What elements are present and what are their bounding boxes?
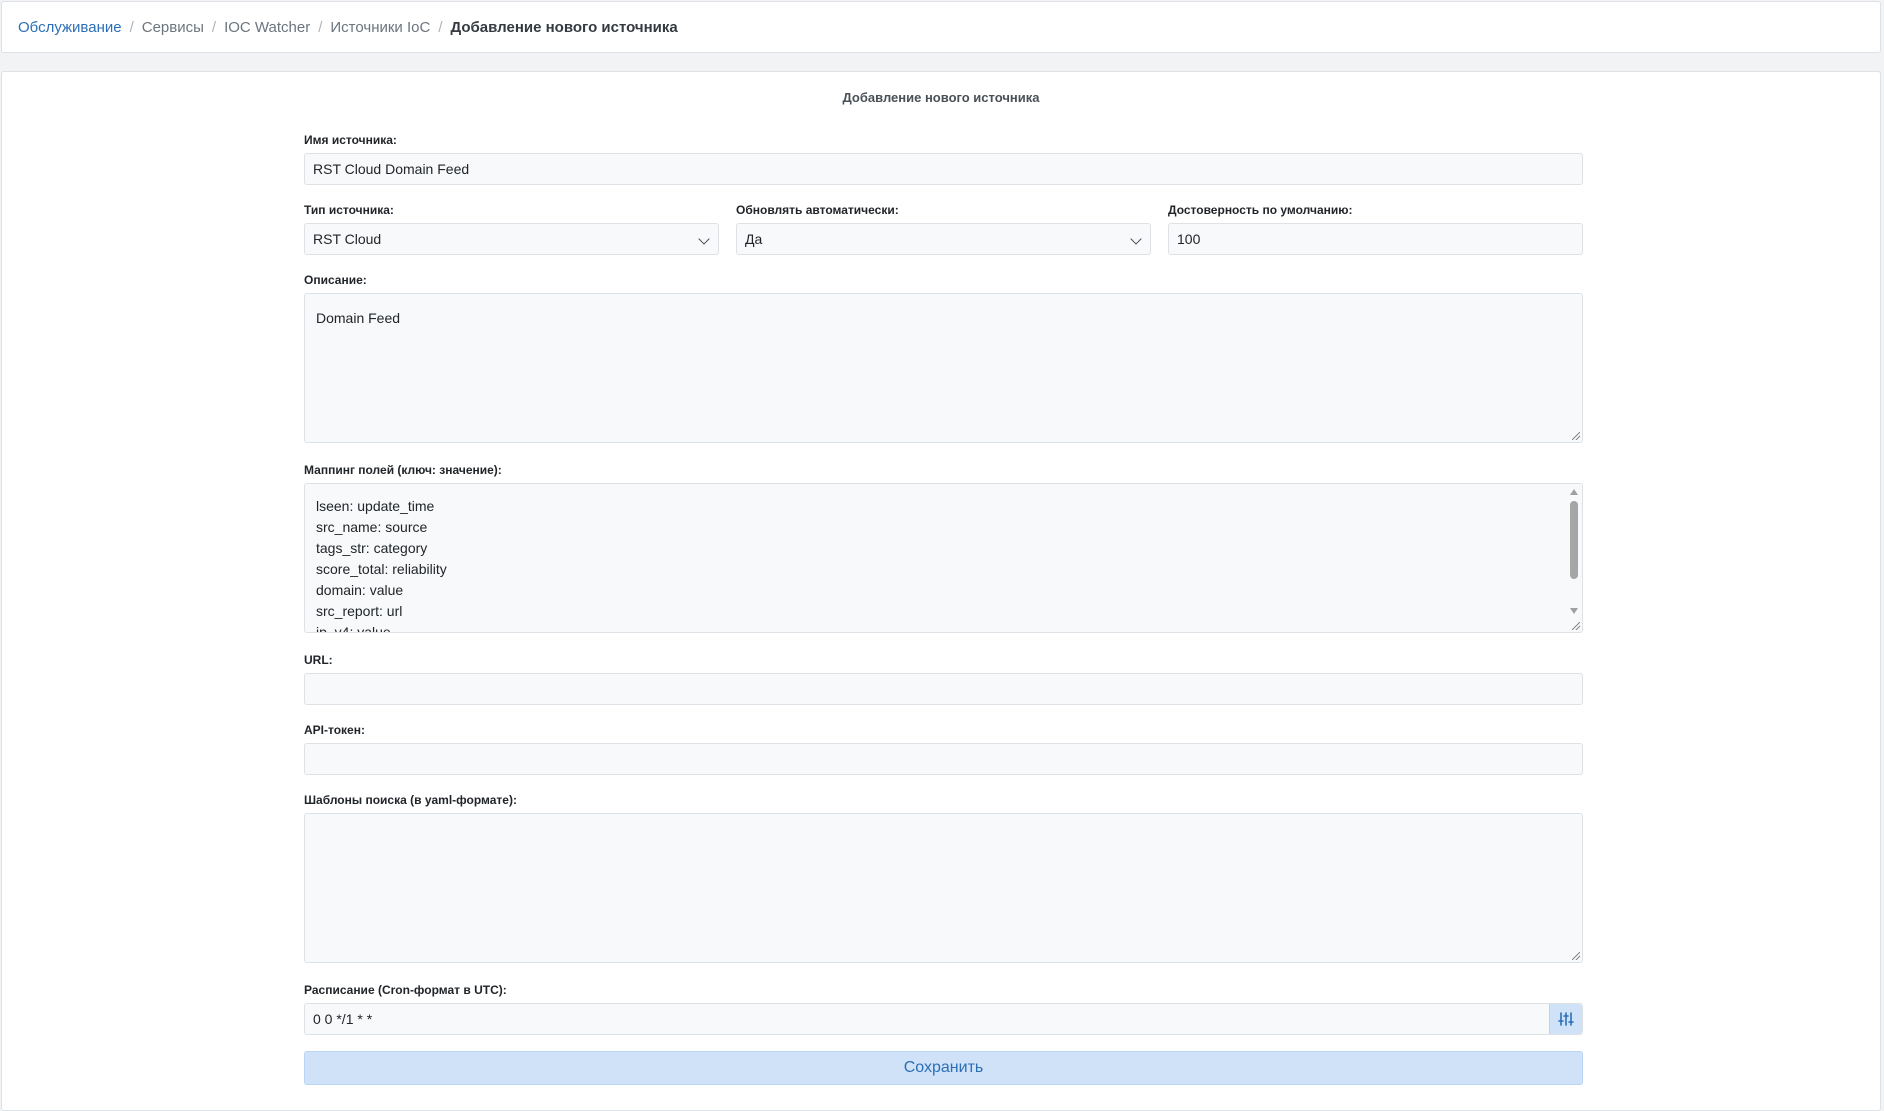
auto-update-select[interactable]: Да bbox=[736, 223, 1151, 255]
schedule-label: Расписание (Cron-формат в UTC): bbox=[304, 983, 507, 997]
chevron-down-icon bbox=[1130, 233, 1142, 245]
default-reliability-input[interactable]: 100 bbox=[1168, 223, 1583, 255]
breadcrumb-separator: / bbox=[211, 18, 217, 36]
source-name-input[interactable]: RST Cloud Domain Feed bbox=[304, 153, 1583, 185]
resize-handle-icon[interactable] bbox=[1572, 622, 1580, 630]
breadcrumb-item-ioc-sources[interactable]: Источники IoC bbox=[330, 19, 430, 36]
mapping-line: src_report: url bbox=[316, 603, 403, 619]
field-mapping-textarea[interactable]: lseen: update_time src_name: source tags… bbox=[304, 483, 1583, 633]
mapping-line: src_name: source bbox=[316, 519, 428, 535]
mapping-line: tags_str: category bbox=[316, 540, 428, 556]
description-label: Описание: bbox=[304, 273, 367, 287]
url-input[interactable] bbox=[304, 673, 1583, 705]
breadcrumb-current: Добавление нового источника bbox=[450, 18, 678, 36]
mapping-line: domain: value bbox=[316, 582, 404, 598]
breadcrumb-item-services[interactable]: Сервисы bbox=[142, 19, 204, 36]
scroll-up-icon[interactable] bbox=[1570, 489, 1578, 495]
source-name-label: Имя источника: bbox=[304, 133, 397, 147]
form-card: Добавление нового источника Имя источник… bbox=[1, 71, 1881, 1111]
breadcrumb-separator: / bbox=[129, 18, 134, 36]
default-reliability-label: Достоверность по умолчанию: bbox=[1168, 203, 1353, 217]
breadcrumb-item-maintenance[interactable]: Обслуживание bbox=[18, 19, 122, 36]
mapping-line: lseen: update_time bbox=[316, 498, 435, 514]
breadcrumb-separator: / bbox=[318, 18, 323, 36]
resize-handle-icon[interactable] bbox=[1572, 952, 1580, 960]
description-textarea[interactable]: Domain Feed bbox=[304, 293, 1583, 443]
cron-builder-button[interactable] bbox=[1549, 1004, 1582, 1034]
breadcrumb: Обслуживание / Сервисы / IOC Watcher / И… bbox=[1, 1, 1881, 53]
scroll-thumb[interactable] bbox=[1570, 501, 1578, 579]
source-type-select[interactable]: RST Cloud bbox=[304, 223, 719, 255]
description-value: Domain Feed bbox=[316, 310, 401, 326]
auto-update-value: Да bbox=[745, 231, 763, 247]
page-title: Добавление нового источника bbox=[842, 90, 1040, 105]
scroll-down-icon[interactable] bbox=[1570, 608, 1578, 614]
mapping-line: score_total: reliability bbox=[316, 561, 447, 577]
api-token-label: API-токен: bbox=[304, 723, 365, 737]
resize-handle-icon[interactable] bbox=[1572, 432, 1580, 440]
save-button[interactable]: Сохранить bbox=[304, 1051, 1583, 1085]
source-type-value: RST Cloud bbox=[313, 231, 382, 247]
source-type-label: Тип источника: bbox=[304, 203, 394, 217]
schedule-value: 0 0 */1 * * bbox=[313, 1011, 373, 1027]
mapping-line: ip_v4: value bbox=[316, 624, 391, 633]
url-label: URL: bbox=[304, 653, 333, 667]
chevron-down-icon bbox=[698, 233, 710, 245]
breadcrumb-item-ioc-watcher[interactable]: IOC Watcher bbox=[224, 19, 310, 36]
mapping-scrollbar[interactable] bbox=[1567, 485, 1581, 618]
breadcrumb-separator: / bbox=[438, 18, 443, 36]
api-token-input[interactable] bbox=[304, 743, 1583, 775]
schedule-input[interactable]: 0 0 */1 * * bbox=[304, 1003, 1583, 1035]
auto-update-label: Обновлять автоматически: bbox=[736, 203, 899, 217]
sliders-icon bbox=[1558, 1012, 1574, 1026]
search-templates-label: Шаблоны поиска (в yaml-формате): bbox=[304, 793, 517, 807]
search-templates-textarea[interactable] bbox=[304, 813, 1583, 963]
field-mapping-label: Маппинг полей (ключ: значение): bbox=[304, 463, 502, 477]
